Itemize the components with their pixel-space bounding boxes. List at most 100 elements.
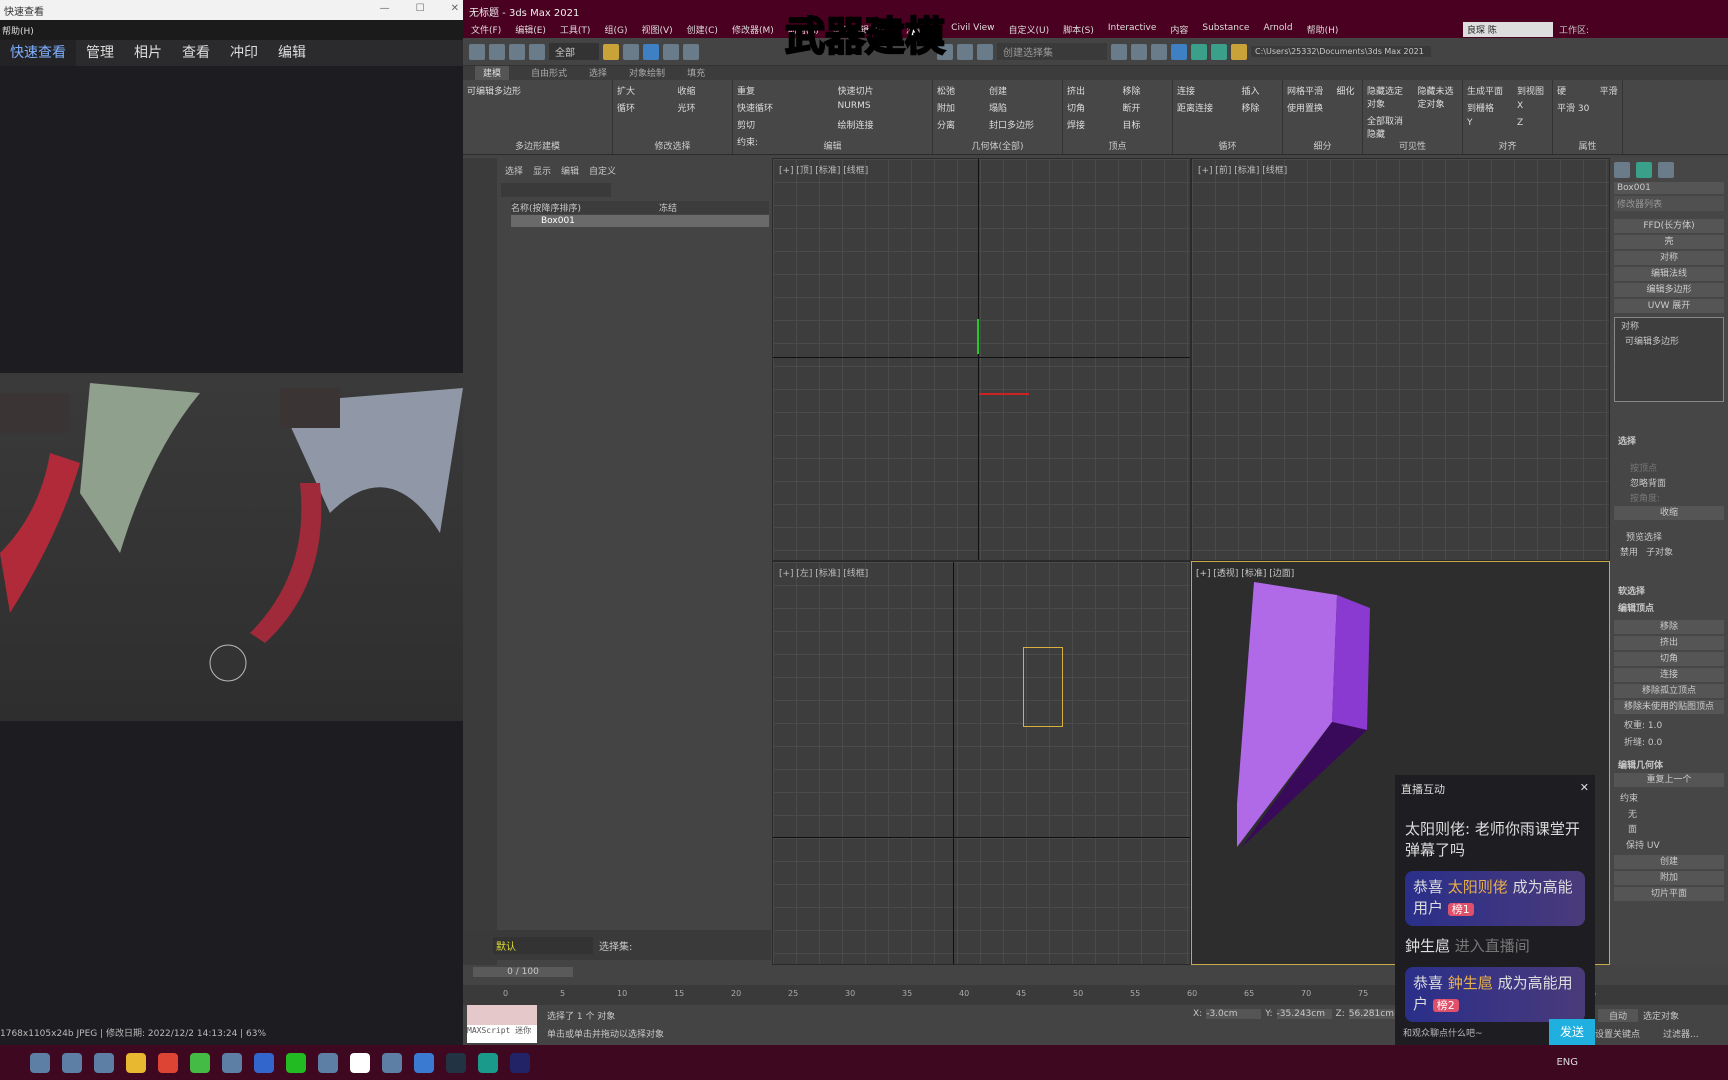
render-setup-icon[interactable] <box>1211 43 1227 60</box>
tab-modeling[interactable]: 建模 <box>475 66 510 80</box>
k-app-icon[interactable] <box>254 1052 274 1073</box>
tab-freeform[interactable]: 自由形式 <box>531 66 567 80</box>
box-wireframe[interactable] <box>1023 647 1063 727</box>
angle-snap-icon[interactable] <box>957 43 973 60</box>
remove-button[interactable]: 移除 <box>1614 620 1724 634</box>
u-app-icon[interactable] <box>350 1052 370 1073</box>
stack-item-symmetry[interactable]: 对称 <box>1615 318 1723 333</box>
explorer-search-input[interactable] <box>501 183 611 197</box>
steam-icon[interactable] <box>446 1052 466 1073</box>
ribbon-button[interactable]: 硬 <box>1557 84 1590 97</box>
filters-button[interactable]: 过滤器... <box>1663 1027 1699 1040</box>
menu-item[interactable]: Arnold <box>1263 23 1292 37</box>
curve-editor-icon[interactable] <box>1191 43 1207 60</box>
explorer-menu-customize[interactable]: 自定义 <box>589 164 616 177</box>
ribbon-button[interactable]: X <box>1517 101 1548 114</box>
3dsmax-taskbar-icon[interactable] <box>478 1052 498 1073</box>
shrink-button[interactable]: 收缩 <box>1614 506 1724 520</box>
chat-input[interactable]: 和观众聊点什么吧~ <box>1403 1026 1483 1039</box>
ribbon-button[interactable]: 到视图 <box>1517 84 1548 97</box>
modifier-list-dropdown[interactable]: 修改器列表 <box>1614 196 1724 211</box>
move-icon[interactable] <box>643 43 659 60</box>
explorer-menu-edit[interactable]: 编辑 <box>561 164 579 177</box>
keep-uv-checkbox[interactable]: 保持 UV <box>1610 836 1728 853</box>
x-axis-gizmo[interactable] <box>979 393 1029 395</box>
preview-subobject-radio[interactable]: 子对象 <box>1646 545 1673 558</box>
coord-y[interactable]: -35.243cm <box>1276 1009 1332 1019</box>
ribbon-button[interactable]: 挤出 <box>1067 84 1113 97</box>
ribbon-button[interactable]: 封口多边形 <box>989 118 1058 131</box>
ribbon-panel-label[interactable]: 编辑 <box>733 139 932 152</box>
object-name-field[interactable]: Box001 <box>1614 182 1724 194</box>
remove-isolated-button[interactable]: 移除孤立顶点 <box>1614 684 1724 698</box>
preview-disabled-radio[interactable]: 禁用 <box>1620 545 1638 558</box>
layer-icon[interactable] <box>1151 43 1167 60</box>
ribbon-button[interactable]: 全部取消隐藏 <box>1367 114 1408 140</box>
user-account[interactable]: 良琛 陈 <box>1463 22 1553 37</box>
ribbon-button[interactable]: 创建 <box>989 84 1058 97</box>
close-icon[interactable]: ✕ <box>1580 781 1589 797</box>
ignore-backface-checkbox[interactable]: 忽略背面 <box>1610 474 1728 489</box>
constraint-none-radio[interactable]: 无 <box>1610 806 1728 821</box>
maxscript-mini-label[interactable]: MAXScript 迷你 <box>467 1025 537 1043</box>
chamfer-button[interactable]: 切角 <box>1614 652 1724 666</box>
ribbon-button[interactable]: 绘制连接 <box>838 118 929 131</box>
ribbon-button[interactable]: 插入 <box>1242 84 1279 97</box>
rollout-edit-geometry[interactable]: 编辑几何体 <box>1610 750 1728 771</box>
ribbon-button[interactable]: 附加 <box>937 101 979 114</box>
menu-item[interactable]: 内容 <box>1170 23 1188 37</box>
set-key-button[interactable]: 设置关键点 <box>1595 1027 1640 1040</box>
ribbon-button[interactable]: 切角 <box>1067 101 1113 114</box>
ribbon-panel-label[interactable]: 可见性 <box>1363 139 1462 152</box>
ribbon-button[interactable]: 收缩 <box>678 84 729 97</box>
explorer-menu-display[interactable]: 显示 <box>533 164 551 177</box>
modifier-button[interactable]: FFD(长方体) <box>1614 219 1724 233</box>
browser-icon[interactable] <box>190 1052 210 1073</box>
tab-populate[interactable]: 填充 <box>687 66 705 80</box>
office-icon[interactable] <box>158 1052 178 1073</box>
wechat-icon[interactable] <box>286 1052 306 1073</box>
ribbon-button[interactable]: 连接 <box>1177 84 1232 97</box>
tab-object-paint[interactable]: 对象绘制 <box>629 66 665 80</box>
ribbon-button[interactable]: 网格平滑 <box>1287 84 1327 97</box>
game-icon[interactable] <box>382 1052 402 1073</box>
ribbon-button[interactable]: 焊接 <box>1067 118 1113 131</box>
repeat-last-button[interactable]: 重复上一个 <box>1614 773 1724 787</box>
select-by-name-icon[interactable] <box>623 43 639 60</box>
slice-plane-button[interactable]: 切片平面 <box>1614 887 1724 901</box>
tab-photos[interactable]: 相片 <box>124 40 172 66</box>
menu-item[interactable]: 修改器(M) <box>732 23 774 37</box>
ribbon-button[interactable]: Y <box>1467 118 1507 128</box>
ribbon-button[interactable]: 隐藏选定对象 <box>1367 84 1408 110</box>
viewer-menu-help[interactable]: 帮助(H) <box>0 20 463 40</box>
create-tab-icon[interactable] <box>1614 162 1630 178</box>
store-icon[interactable] <box>222 1052 242 1073</box>
ribbon-button[interactable]: 移除 <box>1123 84 1169 97</box>
remove-unused-button[interactable]: 移除未使用的贴图顶点 <box>1614 700 1724 714</box>
link-icon[interactable] <box>509 43 525 60</box>
coord-x[interactable]: -3.0cm <box>1206 1009 1262 1019</box>
modifier-button[interactable]: 壳 <box>1614 235 1724 249</box>
menu-item[interactable]: 视图(V) <box>641 23 672 37</box>
modifier-button[interactable]: 编辑多边形 <box>1614 283 1724 297</box>
rollout-edit-vertices[interactable]: 编辑顶点 <box>1610 597 1728 618</box>
app-icon[interactable] <box>318 1052 338 1073</box>
project-path[interactable]: C:\Users\25332\Documents\3ds Max 2021 <box>1251 46 1431 57</box>
stack-item-editable-poly[interactable]: 可编辑多边形 <box>1615 333 1723 348</box>
ribbon-button[interactable]: 生成平面 <box>1467 84 1507 97</box>
weight-field[interactable]: 1.0 <box>1648 721 1662 731</box>
ribbon-button[interactable]: 移除 <box>1242 101 1279 114</box>
menu-item[interactable]: 脚本(S) <box>1063 23 1094 37</box>
column-freeze[interactable]: 冻结 <box>659 201 769 214</box>
viewport-top[interactable]: [+] [顶] [标准] [线框] <box>772 158 1191 561</box>
y-axis-gizmo[interactable] <box>977 319 979 354</box>
layer-dropdown[interactable]: 默认 <box>493 936 593 954</box>
column-name[interactable]: 名称(按降序排序) <box>511 201 581 214</box>
file-explorer-icon[interactable] <box>126 1052 146 1073</box>
modifier-button[interactable]: UVW 展开 <box>1614 299 1724 313</box>
ribbon-button[interactable]: 重复 <box>737 84 828 97</box>
rollout-soft-selection[interactable]: 软选择 <box>1610 560 1728 597</box>
by-vertex-checkbox[interactable]: 按顶点 <box>1610 449 1728 474</box>
ribbon-panel-label[interactable]: 细分 <box>1283 139 1362 152</box>
ribbon-button[interactable]: 塌陷 <box>989 101 1058 114</box>
